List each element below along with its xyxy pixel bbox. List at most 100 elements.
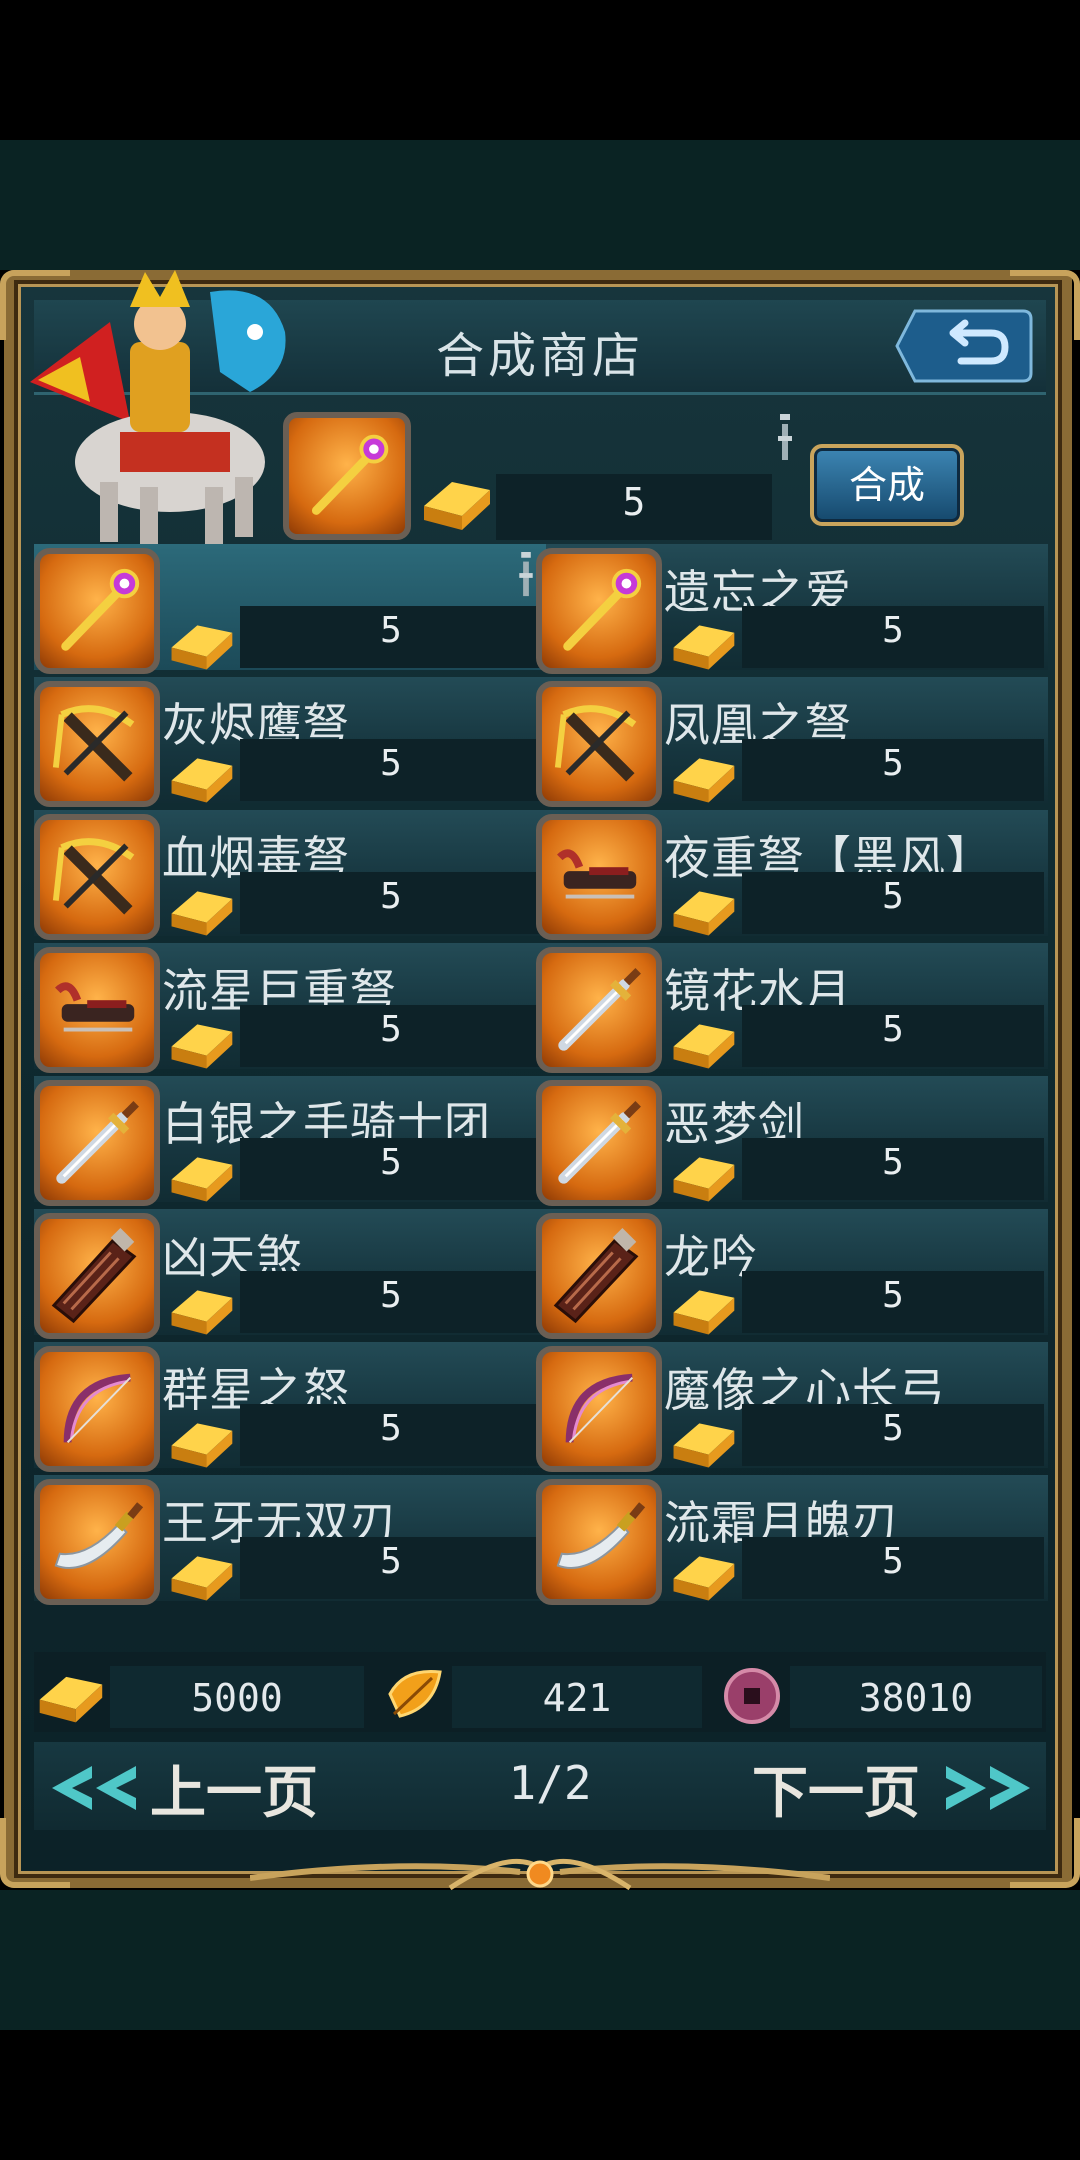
coin-amount: 38010 xyxy=(858,1676,974,1720)
curved-blade-icon xyxy=(556,1502,646,1569)
double-chevron-right-icon[interactable] xyxy=(938,1762,1038,1814)
item-cost: 5 xyxy=(380,1408,402,1449)
gold-ingot-icon xyxy=(171,1024,233,1069)
shop-item[interactable]: 凤凰之弩 5 xyxy=(536,677,1048,807)
featured-item-slot[interactable] xyxy=(283,412,411,540)
shop-item[interactable]: 夜重弩【黑风】 5 xyxy=(536,810,1048,940)
bow-icon xyxy=(63,1373,132,1444)
item-cost: 5 xyxy=(380,1142,402,1183)
synthesize-button[interactable]: 合成 xyxy=(810,444,964,526)
leaf-amount: 421 xyxy=(542,1676,612,1720)
item-slot[interactable] xyxy=(536,1346,662,1472)
item-cost: 5 xyxy=(380,1541,402,1582)
shop-item[interactable]: 5 xyxy=(34,544,546,674)
greatsword-icon xyxy=(51,1227,137,1324)
item-slot[interactable] xyxy=(34,681,160,807)
item-cost: 5 xyxy=(882,1142,904,1183)
item-cost: 5 xyxy=(380,1275,402,1316)
hero-mount-avatar xyxy=(30,270,286,547)
item-slot[interactable] xyxy=(536,947,662,1073)
gold-ingot-icon xyxy=(673,1556,735,1601)
scroll-marker-icon xyxy=(778,414,792,460)
coin-icon xyxy=(724,1668,780,1724)
shop-item[interactable]: 遗忘之爱 5 xyxy=(536,544,1048,674)
shop-item[interactable]: 群星之怒 5 xyxy=(34,1342,546,1472)
item-slot[interactable] xyxy=(536,681,662,807)
greatsword-icon xyxy=(553,1227,639,1324)
item-cost: 5 xyxy=(882,610,904,651)
shop-item[interactable]: 流星巨重弩 5 xyxy=(34,943,546,1073)
featured-cost: 5 xyxy=(622,480,646,524)
gold-ingot-icon xyxy=(171,1157,233,1202)
next-page-button[interactable]: 下一页 xyxy=(752,1748,920,1829)
gold-ingot-icon xyxy=(673,1423,735,1468)
gold-ingot-icon xyxy=(39,1676,103,1723)
page-indicator: 1/2 xyxy=(508,1756,592,1810)
item-cost: 5 xyxy=(380,610,402,651)
item-slot[interactable] xyxy=(34,1080,160,1206)
shop-item[interactable]: 龙吟 5 xyxy=(536,1209,1048,1339)
item-cost: 5 xyxy=(882,1541,904,1582)
shop-item[interactable]: 白银之手骑士团 5 xyxy=(34,1076,546,1206)
back-button[interactable] xyxy=(895,305,1035,387)
scroll-marker-icon xyxy=(519,552,533,597)
item-slot[interactable] xyxy=(536,1479,662,1605)
leaf-icon xyxy=(388,1669,442,1718)
shop-item[interactable]: 灰烬鹰弩 5 xyxy=(34,677,546,807)
gold-ingot-icon xyxy=(171,1423,233,1468)
bottom-backdrop xyxy=(0,1890,1080,2030)
prev-page-button[interactable]: 上一页 xyxy=(150,1748,318,1829)
item-cost: 5 xyxy=(882,1009,904,1050)
item-cost: 5 xyxy=(882,743,904,784)
gold-ingot-icon xyxy=(673,891,735,936)
item-slot[interactable] xyxy=(34,1346,160,1472)
item-slot[interactable] xyxy=(34,947,160,1073)
shop-item[interactable]: 镜花水月 5 xyxy=(536,943,1048,1073)
sword-icon xyxy=(56,1101,139,1184)
staff-icon xyxy=(311,434,389,515)
gold-ingot-icon xyxy=(424,482,490,530)
item-slot[interactable] xyxy=(34,814,160,940)
item-cost: 5 xyxy=(380,876,402,917)
crossbow-icon xyxy=(52,838,135,915)
bow-icon xyxy=(565,1373,634,1444)
crossbow-icon xyxy=(554,705,637,782)
item-slot[interactable] xyxy=(34,1213,160,1339)
heavy-crossbow-icon xyxy=(55,982,135,1032)
gold-ingot-icon xyxy=(171,1290,233,1335)
item-slot[interactable] xyxy=(536,1213,662,1339)
shop-item[interactable]: 凶天煞 5 xyxy=(34,1209,546,1339)
shop-item[interactable]: 魔像之心长弓 5 xyxy=(536,1342,1048,1472)
bottom-letterbox xyxy=(0,2030,1080,2160)
shop-item[interactable]: 王牙无双刃 5 xyxy=(34,1475,546,1605)
crossbow-icon xyxy=(52,705,135,782)
gold-ingot-icon xyxy=(171,891,233,936)
staff-icon xyxy=(563,568,642,651)
item-slot[interactable] xyxy=(536,1080,662,1206)
gold-ingot-icon xyxy=(673,758,735,803)
item-slot[interactable] xyxy=(536,814,662,940)
curved-blade-icon xyxy=(54,1502,144,1569)
gold-ingot-icon xyxy=(171,758,233,803)
gold-ingot-icon xyxy=(673,1290,735,1335)
heavy-crossbow-icon xyxy=(557,849,637,899)
shop-item[interactable]: 血烟毒弩 5 xyxy=(34,810,546,940)
gold-ingot-icon xyxy=(673,1157,735,1202)
double-chevron-left-icon[interactable] xyxy=(44,1762,144,1814)
item-cost: 5 xyxy=(380,1009,402,1050)
item-cost: 5 xyxy=(380,743,402,784)
shop-item[interactable]: 恶梦剑 5 xyxy=(536,1076,1048,1206)
top-backdrop xyxy=(0,140,1080,270)
gold-ingot-icon xyxy=(673,625,735,670)
gold-ingot-icon xyxy=(171,1556,233,1601)
bottom-ornament xyxy=(250,1858,830,1891)
item-slot[interactable] xyxy=(536,548,662,674)
item-cost: 5 xyxy=(882,1408,904,1449)
item-cost: 5 xyxy=(882,1275,904,1316)
item-cost: 5 xyxy=(882,876,904,917)
item-slot[interactable] xyxy=(34,548,160,674)
gold-ingot-icon xyxy=(673,1024,735,1069)
staff-icon xyxy=(61,568,140,651)
item-slot[interactable] xyxy=(34,1479,160,1605)
shop-item[interactable]: 流霜月魄刃 5 xyxy=(536,1475,1048,1605)
